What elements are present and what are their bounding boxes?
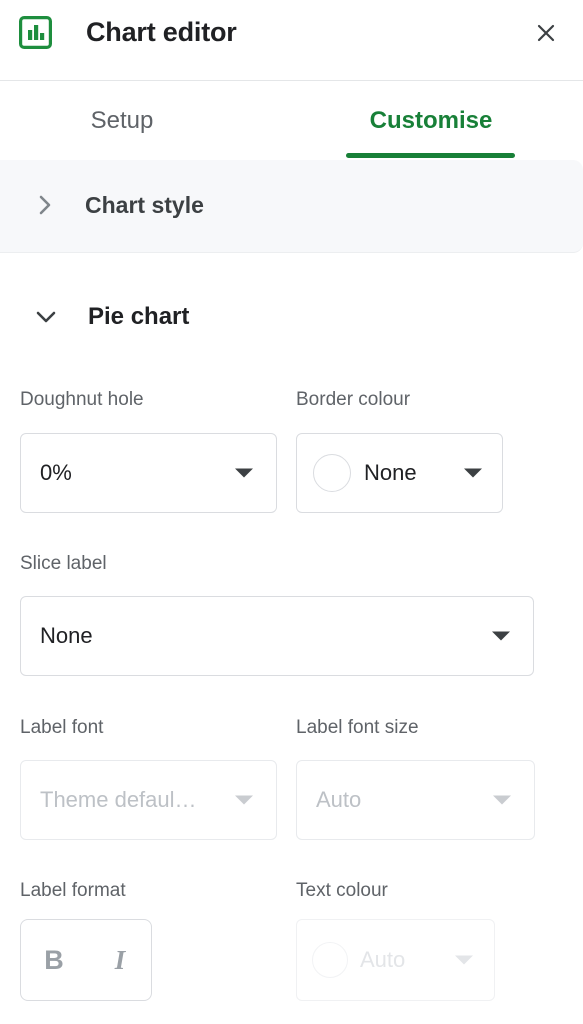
tab-customise[interactable]: Customise (332, 81, 530, 160)
border-colour-dropdown[interactable]: None (296, 433, 503, 513)
text-colour-dropdown[interactable]: Auto (296, 919, 495, 1001)
chevron-down-icon (492, 631, 510, 641)
text-colour-label: Text colour (296, 880, 388, 901)
label-font-size-dropdown[interactable]: Auto (296, 760, 535, 840)
section-chart-style[interactable]: Chart style (0, 160, 583, 253)
label-font-size-label: Label font size (296, 717, 419, 738)
section-chart-style-title: Chart style (85, 192, 204, 218)
tab-active-indicator (346, 153, 515, 158)
label-format-label: Label format (20, 880, 126, 901)
chevron-down-icon (455, 955, 473, 965)
editor-header: Chart editor (0, 0, 583, 81)
doughnut-hole-value: 0% (40, 460, 72, 485)
bar-chart-icon (19, 16, 52, 49)
editor-tabs: Setup Customise (0, 81, 583, 160)
colour-swatch-icon (313, 454, 351, 492)
bold-toggle-button[interactable]: B (21, 920, 87, 1000)
chevron-down-icon (464, 468, 482, 478)
chart-editor-panel: Chart editor Setup Customise Chart style (0, 0, 583, 1024)
chevron-right-icon (30, 190, 60, 220)
close-button[interactable] (527, 14, 565, 52)
doughnut-hole-label: Doughnut hole (20, 389, 144, 410)
label-format-toggle-group: B I (20, 919, 152, 1001)
close-icon (534, 21, 558, 45)
doughnut-hole-dropdown[interactable]: 0% (20, 433, 277, 513)
label-font-value: Theme defaul… (40, 787, 197, 812)
label-font-size-value: Auto (316, 787, 362, 812)
section-pie-chart-header[interactable]: Pie chart (0, 281, 583, 347)
section-pie-chart: Pie chart Doughnut hole 0% Border colour… (0, 253, 583, 1024)
label-font-dropdown[interactable]: Theme defaul… (20, 760, 277, 840)
italic-toggle-button[interactable]: I (87, 920, 153, 1000)
slice-label-value: None (40, 623, 93, 648)
colour-swatch-icon (312, 942, 348, 978)
chevron-down-icon (235, 795, 253, 805)
chevron-down-icon (31, 302, 61, 332)
slice-label-dropdown[interactable]: None (20, 596, 534, 676)
label-font-label: Label font (20, 717, 104, 738)
chevron-down-icon (493, 795, 511, 805)
chevron-down-icon (235, 468, 253, 478)
page-title: Chart editor (86, 17, 237, 47)
border-colour-label: Border colour (296, 389, 411, 410)
border-colour-value: None (364, 460, 417, 485)
section-pie-chart-title: Pie chart (88, 303, 190, 330)
text-colour-value: Auto (360, 947, 406, 972)
tab-setup[interactable]: Setup (22, 81, 222, 160)
slice-label-label: Slice label (20, 553, 107, 574)
